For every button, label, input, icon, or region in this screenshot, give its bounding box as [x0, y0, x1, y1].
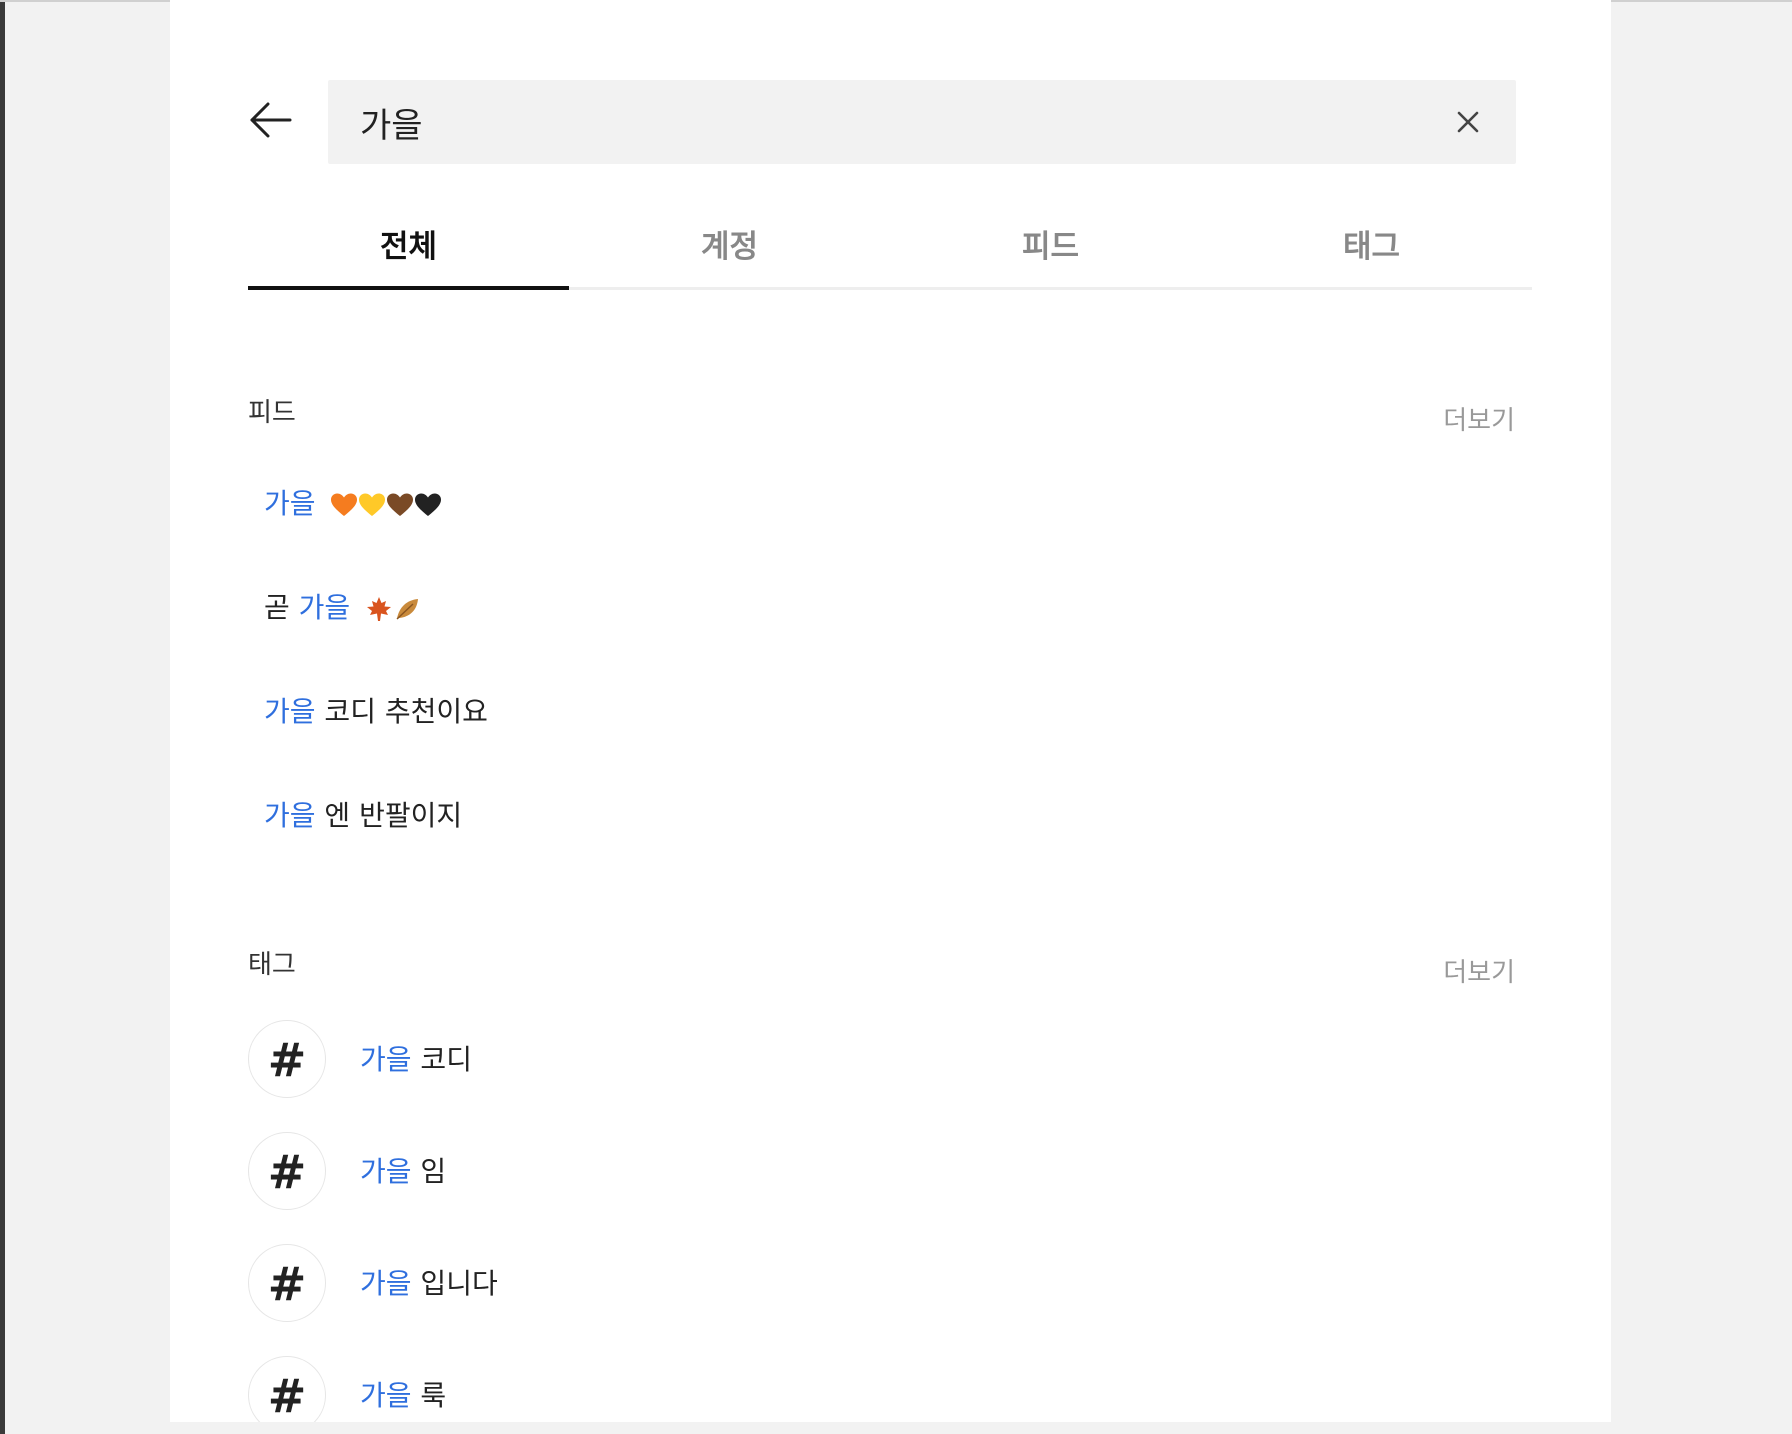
- tab-tags[interactable]: 태그: [1211, 200, 1532, 287]
- black-heart-icon: [414, 492, 442, 518]
- tab-accounts[interactable]: 계정: [569, 200, 890, 287]
- feed-more-link[interactable]: 더보기: [1443, 400, 1515, 437]
- tag-item[interactable]: # 가을 코디: [248, 1020, 848, 1100]
- close-icon: [1452, 106, 1484, 138]
- feed-item-highlight: 가을: [264, 487, 316, 520]
- feed-item-text: 엔 반팔이지: [315, 799, 463, 832]
- feed-section-title: 피드: [248, 398, 296, 428]
- tag-item[interactable]: # 가을 룩: [248, 1356, 848, 1422]
- hashtag-icon: #: [248, 1020, 326, 1098]
- tag-item-label: 가을 임: [360, 1152, 446, 1192]
- search-panel: 전체 계정 피드 태그 피드 더보기 가을 곧 가을 가을 코디 추천이요 가을…: [170, 0, 1611, 1422]
- window-left-edge: [0, 0, 5, 1434]
- tag-item[interactable]: # 가을 임: [248, 1132, 848, 1212]
- back-button[interactable]: [246, 96, 294, 144]
- orange-heart-icon: [330, 492, 358, 518]
- fallen-leaf-icon: [393, 595, 421, 623]
- feed-item[interactable]: 가을: [264, 484, 442, 524]
- tag-item-text: 입니다: [411, 1267, 498, 1300]
- hashtag-icon: #: [248, 1356, 326, 1422]
- feed-item-prefix: 곧: [264, 591, 299, 624]
- tag-item-highlight: 가을: [360, 1267, 412, 1300]
- hashtag-icon: #: [248, 1244, 326, 1322]
- search-box: [328, 80, 1516, 164]
- tag-more-link[interactable]: 더보기: [1443, 952, 1515, 989]
- feed-item-text: 코디 추천이요: [315, 695, 488, 728]
- tab-feed[interactable]: 피드: [890, 200, 1211, 287]
- feed-item-highlight: 가을: [264, 695, 316, 728]
- maple-leaf-icon: [365, 595, 393, 623]
- tag-item-text: 임: [411, 1155, 447, 1188]
- tag-item-highlight: 가을: [360, 1379, 412, 1412]
- tag-item[interactable]: # 가을 입니다: [248, 1244, 848, 1324]
- tag-item-highlight: 가을: [360, 1043, 412, 1076]
- feed-item[interactable]: 곧 가을: [264, 588, 421, 628]
- tag-item-highlight: 가을: [360, 1155, 412, 1188]
- tag-item-text: 코디: [411, 1043, 472, 1076]
- feed-item-highlight: 가을: [264, 799, 316, 832]
- hashtag-icon: #: [248, 1132, 326, 1210]
- tag-item-label: 가을 룩: [360, 1376, 446, 1416]
- tag-section-title: 태그: [248, 950, 296, 980]
- feed-item-highlight: 가을: [298, 591, 351, 624]
- tag-item-text: 룩: [411, 1379, 447, 1412]
- feed-item[interactable]: 가을 엔 반팔이지: [264, 796, 462, 836]
- tag-item-label: 가을 코디: [360, 1040, 472, 1080]
- feed-item[interactable]: 가을 코디 추천이요: [264, 692, 488, 732]
- tag-item-label: 가을 입니다: [360, 1264, 498, 1304]
- clear-search-button[interactable]: [1452, 106, 1484, 138]
- tab-all[interactable]: 전체: [248, 200, 569, 290]
- arrow-left-icon: [246, 96, 294, 144]
- yellow-heart-icon: [358, 492, 386, 518]
- search-input[interactable]: [360, 80, 1420, 164]
- search-tabs: 전체 계정 피드 태그: [248, 200, 1532, 290]
- brown-heart-icon: [386, 492, 414, 518]
